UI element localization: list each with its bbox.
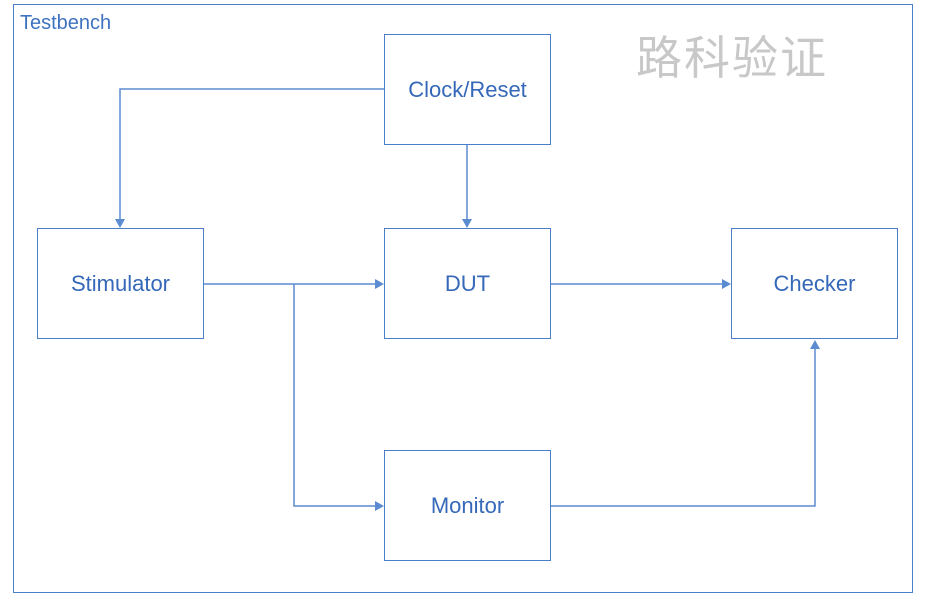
dut-block: DUT xyxy=(384,228,551,339)
arrow-head-monitor xyxy=(375,501,384,511)
arrow-head-dut-top xyxy=(462,219,472,228)
wire-clock-to-stimulator xyxy=(119,88,384,220)
clock-reset-label: Clock/Reset xyxy=(408,76,527,102)
arrow-head-checker-left xyxy=(722,279,731,289)
checker-block: Checker xyxy=(731,228,898,339)
stimulator-label: Stimulator xyxy=(70,270,171,296)
clock-reset-block: Clock/Reset xyxy=(384,34,551,145)
wire-monitor-to-checker xyxy=(551,348,816,507)
monitor-block: Monitor xyxy=(384,450,551,561)
dut-label: DUT xyxy=(444,270,491,296)
wire-stimulator-to-monitor xyxy=(293,284,376,507)
monitor-label: Monitor xyxy=(430,492,505,518)
arrow-head-dut-left xyxy=(375,279,384,289)
diagram-canvas: Testbench 路科验证 Clock/Reset Stimulator DU… xyxy=(0,0,934,605)
stimulator-block: Stimulator xyxy=(37,228,204,339)
arrow-head-checker-bottom xyxy=(810,340,820,349)
checker-label: Checker xyxy=(773,270,856,296)
arrow-head-stimulator xyxy=(115,219,125,228)
